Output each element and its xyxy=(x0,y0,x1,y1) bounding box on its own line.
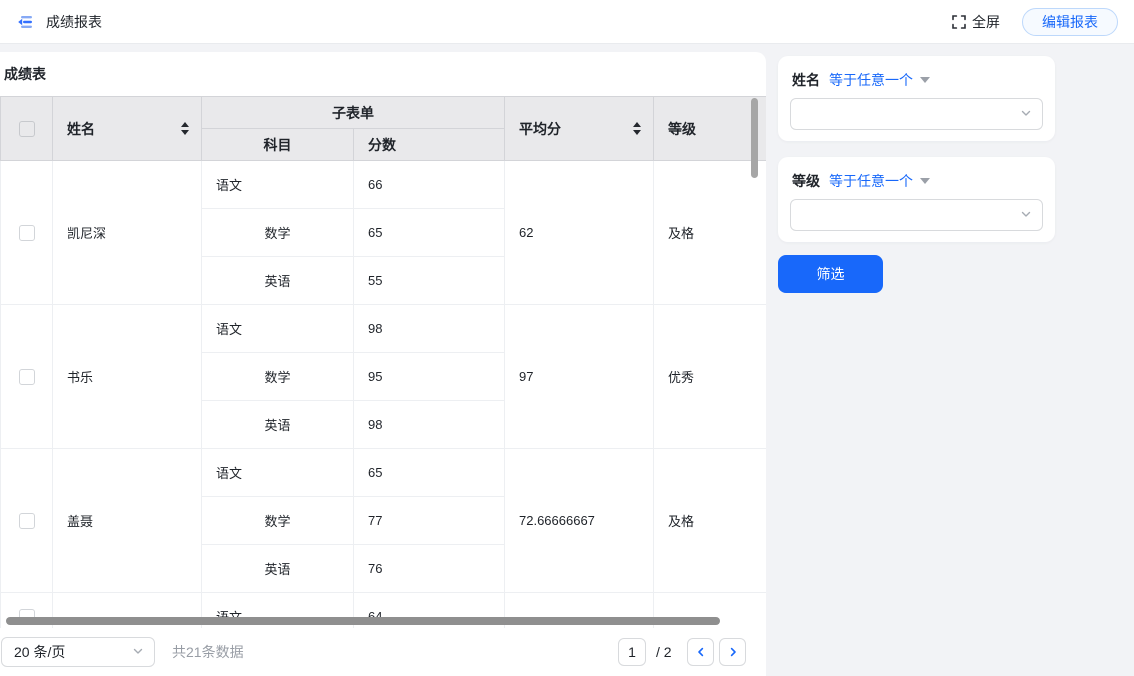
row-checkbox[interactable] xyxy=(19,225,35,241)
average-cell: 72.66666667 xyxy=(505,449,654,593)
score-cell: 98 xyxy=(354,305,505,353)
vertical-scrollbar-thumb[interactable] xyxy=(751,98,758,178)
filter-field-label: 等级 xyxy=(792,171,820,191)
grade-cell: 优秀 xyxy=(654,305,767,449)
collapse-menu-icon[interactable] xyxy=(16,13,34,31)
filter-name-select[interactable] xyxy=(790,98,1043,130)
name-cell: 凯尼深 xyxy=(53,161,202,305)
name-cell: 盖聂 xyxy=(53,449,202,593)
filter-field-label: 姓名 xyxy=(792,70,820,90)
score-cell: 77 xyxy=(354,497,505,545)
page: { "topbar": { "title": "成绩报表", "fullscre… xyxy=(0,0,1134,676)
edit-report-button[interactable]: 编辑报表 xyxy=(1022,8,1118,36)
average-cell: 97 xyxy=(505,305,654,449)
fullscreen-icon xyxy=(952,15,966,29)
row-select-cell xyxy=(1,161,53,305)
previous-page-button[interactable] xyxy=(687,638,714,666)
chevron-down-icon xyxy=(1020,106,1032,122)
page-size-value: 20 条/页 xyxy=(14,642,65,662)
filter-head: 姓名 等于任意一个 xyxy=(792,70,930,90)
fullscreen-label: 全屏 xyxy=(972,12,1000,32)
score-cell: 65 xyxy=(354,209,505,257)
subject-cell: 英语 xyxy=(202,257,354,305)
topbar: 成绩报表 全屏 编辑报表 xyxy=(0,0,1134,44)
grade-table: 姓名 子表单 平均分 等级 科目 分数 xyxy=(0,96,766,628)
filter-card-name: 姓名 等于任意一个 xyxy=(778,56,1055,141)
table-viewport: 姓名 子表单 平均分 等级 科目 分数 xyxy=(0,96,766,628)
select-all-checkbox[interactable] xyxy=(19,121,35,137)
score-cell: 95 xyxy=(354,353,505,401)
total-count-label: 共21条数据 xyxy=(172,628,244,676)
subject-cell: 语文 xyxy=(202,449,354,497)
report-card: 成绩表 姓名 子表单 xyxy=(0,52,766,676)
name-cell: 书乐 xyxy=(53,305,202,449)
filter-card-grade: 等级 等于任意一个 xyxy=(778,157,1055,242)
score-header-cell: 分数 xyxy=(354,129,505,161)
subject-cell: 语文 xyxy=(202,305,354,353)
average-header-cell: 平均分 xyxy=(505,97,654,161)
grade-cell: 及格 xyxy=(654,161,767,305)
filter-operator-link[interactable]: 等于任意一个 xyxy=(829,171,913,191)
row-checkbox[interactable] xyxy=(19,369,35,385)
grade-cell: 及格 xyxy=(654,449,767,593)
average-header-label: 平均分 xyxy=(519,119,633,139)
grade-table-body: 凯尼深语文6662及格数学65英语55书乐语文9897优秀数学95英语98盖聂语… xyxy=(1,161,767,629)
table-row: 书乐语文9897优秀 xyxy=(1,305,767,353)
filter-operator-link[interactable]: 等于任意一个 xyxy=(829,70,913,90)
name-header-cell: 姓名 xyxy=(53,97,202,161)
score-cell: 55 xyxy=(354,257,505,305)
page-number-input[interactable] xyxy=(618,638,646,666)
row-checkbox[interactable] xyxy=(19,513,35,529)
subject-header-cell: 科目 xyxy=(202,129,354,161)
subject-cell: 英语 xyxy=(202,545,354,593)
chevron-down-icon xyxy=(132,644,144,660)
score-cell: 65 xyxy=(354,449,505,497)
filter-grade-select[interactable] xyxy=(790,199,1043,231)
average-sort-icon[interactable] xyxy=(633,122,641,135)
subject-cell: 数学 xyxy=(202,497,354,545)
name-header-label: 姓名 xyxy=(67,119,181,139)
horizontal-scrollbar-thumb[interactable] xyxy=(6,617,720,625)
table-title: 成绩表 xyxy=(4,64,46,84)
page-title: 成绩报表 xyxy=(46,12,102,32)
name-sort-icon[interactable] xyxy=(181,122,189,135)
row-select-cell xyxy=(1,305,53,449)
subform-header-cell: 子表单 xyxy=(202,97,505,129)
filter-head: 等级 等于任意一个 xyxy=(792,171,930,191)
grade-header-cell: 等级 xyxy=(654,97,767,161)
triangle-down-icon xyxy=(920,77,930,83)
subject-cell: 语文 xyxy=(202,161,354,209)
table-row: 凯尼深语文6662及格 xyxy=(1,161,767,209)
subject-cell: 数学 xyxy=(202,353,354,401)
filter-submit-button[interactable]: 筛选 xyxy=(778,255,883,293)
select-all-cell xyxy=(1,97,53,161)
score-cell: 98 xyxy=(354,401,505,449)
triangle-down-icon xyxy=(920,178,930,184)
fullscreen-button[interactable]: 全屏 xyxy=(952,12,1000,32)
score-cell: 66 xyxy=(354,161,505,209)
table-header: 姓名 子表单 平均分 等级 科目 分数 xyxy=(1,97,767,161)
page-size-select[interactable]: 20 条/页 xyxy=(1,637,155,667)
average-cell: 62 xyxy=(505,161,654,305)
row-select-cell xyxy=(1,449,53,593)
subject-cell: 英语 xyxy=(202,401,354,449)
pagination-bar: 20 条/页 共21条数据 / 2 xyxy=(0,628,766,676)
table-row: 盖聂语文6572.66666667及格 xyxy=(1,449,767,497)
score-cell: 76 xyxy=(354,545,505,593)
chevron-down-icon xyxy=(1020,207,1032,223)
subject-cell: 数学 xyxy=(202,209,354,257)
next-page-button[interactable] xyxy=(719,638,746,666)
page-total-label: / 2 xyxy=(656,628,672,676)
